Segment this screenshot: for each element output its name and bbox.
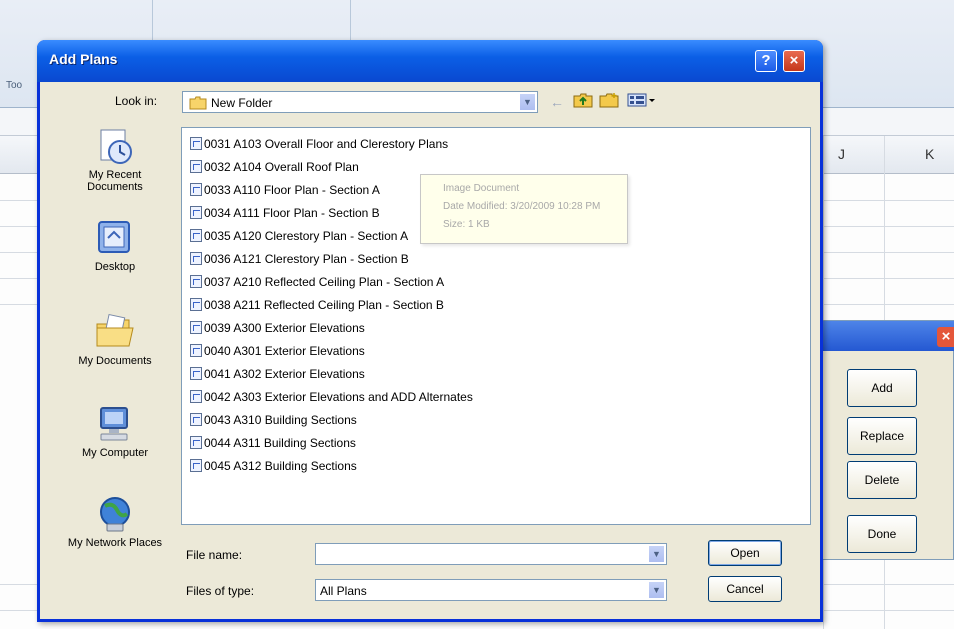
file-icon — [190, 413, 202, 426]
place-my-recent-documents[interactable]: My Recent Documents — [60, 126, 170, 193]
views-menu-icon[interactable] — [626, 92, 658, 112]
file-icon — [190, 160, 202, 173]
up-folder-icon[interactable] — [572, 92, 594, 112]
place-label: My Computer — [81, 447, 149, 459]
list-item[interactable]: 0036 A121 Clerestory Plan - Section B — [190, 248, 409, 270]
add-button[interactable]: Add — [847, 369, 917, 407]
chevron-down-icon[interactable]: ▼ — [519, 93, 536, 111]
list-item[interactable]: 0041 A302 Exterior Elevations — [190, 363, 365, 385]
panel-close-button[interactable]: × — [937, 327, 954, 347]
column-header-k[interactable]: K — [925, 146, 934, 162]
list-item[interactable]: 0038 A211 Reflected Ceiling Plan - Secti… — [190, 294, 444, 316]
file-icon — [190, 344, 202, 357]
list-item[interactable]: 0042 A303 Exterior Elevations and ADD Al… — [190, 386, 473, 408]
close-button[interactable]: × — [783, 50, 805, 72]
look-in-label: Look in: — [115, 94, 158, 108]
file-tooltip: Image Document Date Modified: 3/20/2009 … — [420, 174, 628, 244]
list-item[interactable]: 0044 A311 Building Sections — [190, 432, 356, 454]
list-item[interactable]: 0032 A104 Overall Roof Plan — [190, 156, 359, 178]
places-bar: My Recent Documents Desktop My Documents… — [60, 126, 170, 616]
place-my-documents[interactable]: My Documents — [60, 312, 170, 367]
file-name-input[interactable]: ▼ — [315, 543, 667, 565]
add-plans-dialog: Add Plans ? × Look in: New Folder ▼ ← My… — [37, 40, 823, 622]
place-label: My Recent Documents — [87, 169, 143, 193]
help-button[interactable]: ? — [755, 50, 777, 72]
place-my-computer[interactable]: My Computer — [60, 404, 170, 459]
file-icon — [190, 137, 202, 150]
list-item[interactable]: 0037 A210 Reflected Ceiling Plan - Secti… — [190, 271, 444, 293]
my-documents-icon — [93, 312, 137, 352]
new-folder-icon[interactable] — [598, 92, 620, 112]
file-icon — [190, 436, 202, 449]
place-label: Desktop — [94, 261, 136, 273]
look-in-value: New Folder — [211, 96, 273, 110]
panel-titlebar: × — [819, 321, 954, 351]
list-item[interactable]: 0033 A110 Floor Plan - Section A — [190, 179, 380, 201]
list-item[interactable]: 0043 A310 Building Sections — [190, 409, 357, 431]
done-button[interactable]: Done — [847, 515, 917, 553]
tooltip-date: Date Modified: 3/20/2009 10:28 PM — [443, 201, 601, 212]
dialog-title: Add Plans — [49, 51, 118, 67]
dialog-titlebar[interactable]: Add Plans ? × — [37, 40, 823, 82]
place-label: My Network Places — [67, 537, 163, 549]
back-arrow-icon[interactable]: ← — [546, 92, 568, 112]
tooltip-type: Image Document — [443, 183, 520, 194]
list-item[interactable]: 0040 A301 Exterior Elevations — [190, 340, 365, 362]
open-button[interactable]: Open — [708, 540, 782, 566]
list-item[interactable]: 0031 A103 Overall Floor and Clerestory P… — [190, 133, 448, 155]
files-of-type-select[interactable]: All Plans ▼ — [315, 579, 667, 601]
delete-button[interactable]: Delete — [847, 461, 917, 499]
desktop-icon — [93, 218, 137, 258]
list-item[interactable]: 0045 A312 Building Sections — [190, 455, 357, 477]
ribbon-group-label: Too — [6, 80, 23, 91]
file-icon — [190, 183, 202, 196]
place-my-network-places[interactable]: My Network Places — [60, 494, 170, 549]
chevron-down-icon[interactable]: ▼ — [648, 545, 665, 563]
file-icon — [190, 252, 202, 265]
replace-button[interactable]: Replace — [847, 417, 917, 455]
tooltip-size: Size: 1 KB — [443, 219, 490, 230]
place-desktop[interactable]: Desktop — [60, 218, 170, 273]
file-icon — [190, 321, 202, 334]
file-icon — [190, 367, 202, 380]
files-of-type-label: Files of type: — [186, 584, 255, 598]
list-item[interactable]: 0039 A300 Exterior Elevations — [190, 317, 365, 339]
list-item[interactable]: 0034 A111 Floor Plan - Section B — [190, 202, 380, 224]
background-plans-panel: × Add Replace Delete Done — [818, 320, 954, 560]
place-label: My Documents — [78, 355, 152, 367]
folder-icon — [189, 96, 207, 113]
files-of-type-value: All Plans — [320, 584, 367, 598]
look-in-select[interactable]: New Folder ▼ — [182, 91, 538, 113]
file-icon — [190, 206, 202, 219]
cancel-button[interactable]: Cancel — [708, 576, 782, 602]
file-icon — [190, 459, 202, 472]
file-icon — [190, 229, 202, 242]
list-item[interactable]: 0035 A120 Clerestory Plan - Section A — [190, 225, 408, 247]
file-icon — [190, 390, 202, 403]
chevron-down-icon[interactable]: ▼ — [648, 581, 665, 599]
file-icon — [190, 298, 202, 311]
network-places-icon — [93, 494, 137, 534]
column-header-j[interactable]: J — [838, 146, 845, 162]
file-name-label: File name: — [186, 548, 243, 562]
recent-documents-icon — [93, 126, 137, 166]
file-icon — [190, 275, 202, 288]
my-computer-icon — [93, 404, 137, 444]
